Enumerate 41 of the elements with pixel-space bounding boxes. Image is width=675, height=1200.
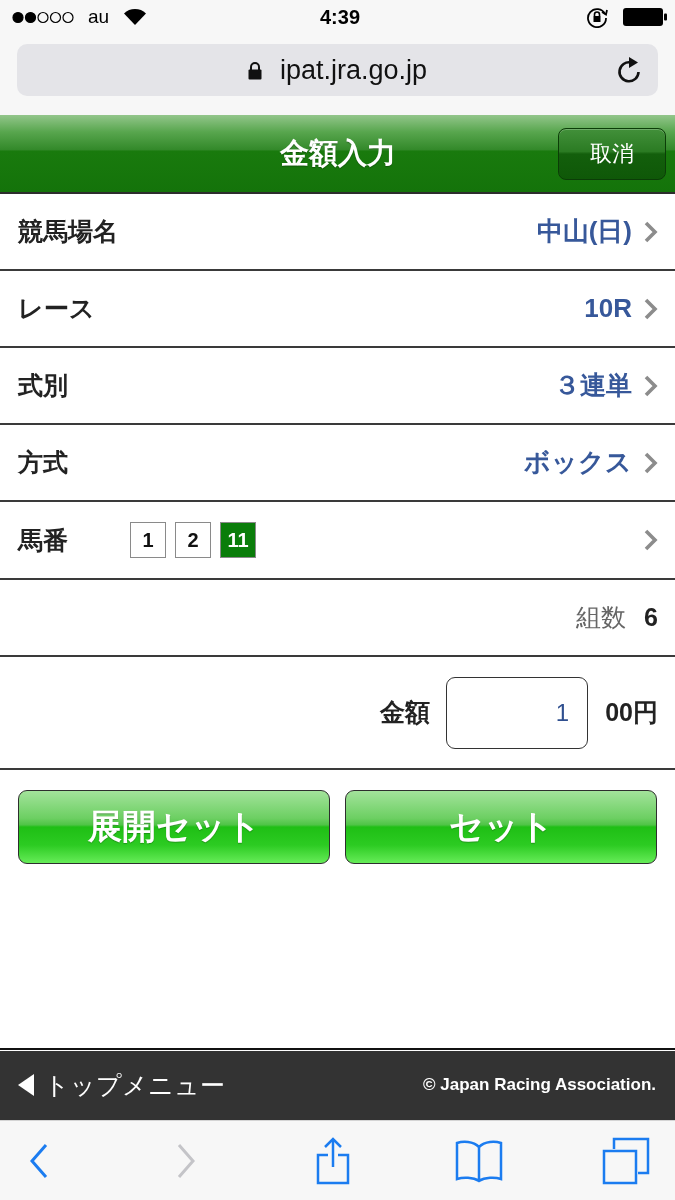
carrier-name: au (88, 6, 110, 28)
cancel-button[interactable]: 取消 (558, 127, 666, 180)
row-label: 方式 (18, 447, 68, 478)
combination-count: 6 (644, 603, 658, 632)
page-title: 金額入力 (279, 135, 396, 171)
address-field[interactable]: ipat.jra.go.jp (17, 44, 658, 96)
value-link[interactable]: 10R (584, 293, 658, 324)
horse-number[interactable]: 1 (130, 522, 166, 558)
horse-number[interactable]: 11 (220, 522, 256, 558)
signal-icon (12, 10, 74, 24)
triangle-icon (18, 1074, 34, 1096)
copyright-text: © Japan Racing Association. (423, 1075, 656, 1095)
value-link[interactable]: 中山(日) (536, 214, 658, 249)
top-menu-link[interactable]: トップメニュー (18, 1068, 225, 1102)
amount-label: 金額 (380, 697, 431, 728)
share-icon[interactable] (315, 1136, 350, 1185)
wifi-icon (123, 8, 148, 26)
lock-icon (247, 60, 262, 80)
chevron-icon[interactable] (644, 529, 658, 551)
row-label: 競馬場名 (18, 216, 118, 247)
amount-unit: 00円 (605, 697, 658, 728)
book-icon[interactable] (455, 1138, 504, 1183)
tabs-icon[interactable] (602, 1136, 650, 1185)
reload-icon[interactable] (617, 56, 643, 84)
row-label: 式別 (18, 370, 68, 401)
amount-field[interactable]: 1 (446, 676, 589, 749)
chevron-icon (644, 220, 658, 243)
value-link[interactable]: ボックス (524, 445, 658, 480)
chevron-icon (644, 451, 658, 474)
clock-time: 4:39 (320, 5, 360, 29)
back-icon[interactable] (29, 1142, 49, 1179)
combination-label: 組数 (576, 602, 627, 633)
value-link[interactable]: ３連単 (554, 368, 658, 403)
chevron-icon (644, 297, 658, 320)
horse-number[interactable]: 2 (175, 522, 211, 558)
chevron-icon (644, 374, 658, 397)
battery-icon (622, 7, 668, 27)
rotation-lock-icon (586, 6, 608, 28)
url-text: ipat.jra.go.jp (279, 54, 428, 86)
row-label: 馬番 (18, 524, 69, 556)
row-label: レース (18, 293, 95, 324)
